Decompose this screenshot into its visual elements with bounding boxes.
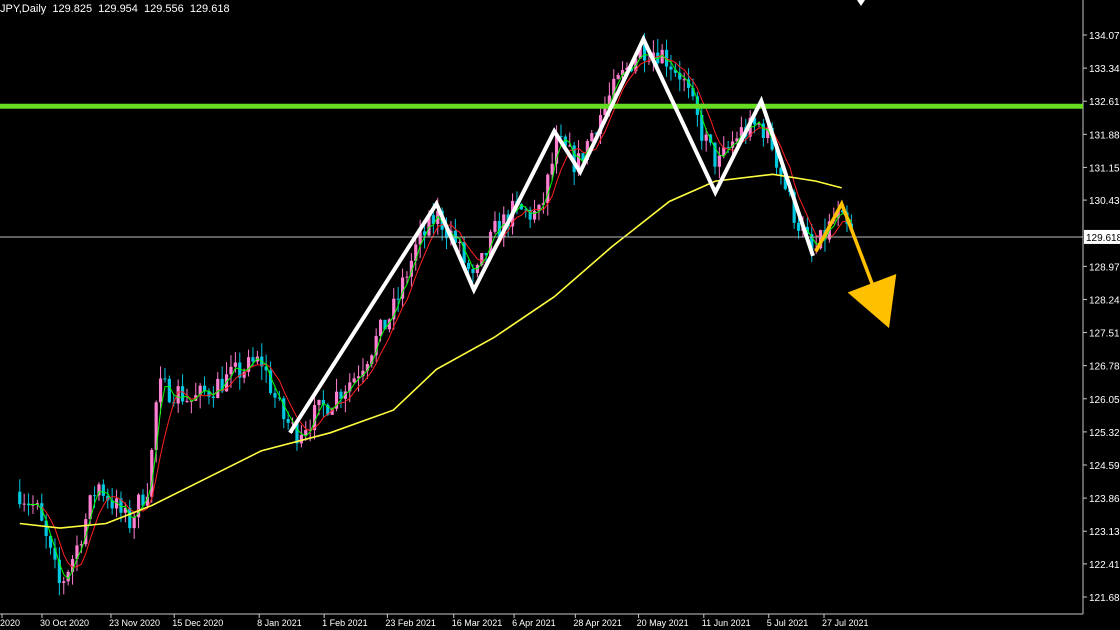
price-tick-label: 124.590 (1089, 461, 1120, 472)
candle-body (396, 298, 400, 300)
time-tick-label: 23 Feb 2021 (385, 618, 436, 628)
candle-body (211, 396, 215, 398)
time-tick-label: 16 Mar 2021 (452, 618, 503, 628)
candle-body (717, 155, 721, 167)
candle-body (546, 174, 550, 204)
candle-body (132, 517, 136, 529)
time-tick-label: 20 May 2021 (637, 618, 689, 628)
price-tick-label: 132.610 (1089, 97, 1120, 108)
pattern-zigzag-line (288, 34, 815, 434)
price-tick-label: 126.780 (1089, 362, 1120, 373)
candle-body (22, 503, 26, 505)
candle-body (304, 430, 308, 435)
slow-moving-average-line (41, 54, 852, 568)
price-tick-label: 125.320 (1089, 428, 1120, 439)
candle-body (251, 357, 255, 362)
price-tick-label: 128.240 (1089, 295, 1120, 306)
candle-body (282, 398, 286, 420)
price-tick-label: 123.130 (1089, 527, 1120, 538)
time-tick-label: 28 Apr 2021 (573, 618, 622, 628)
candle-body (616, 75, 620, 79)
symbol-period-label: JPY,Daily (0, 3, 47, 15)
open-value: 129.825 (52, 3, 93, 15)
candle-body (590, 133, 594, 142)
candle-body (158, 378, 163, 403)
candle-body (700, 114, 704, 141)
candle-body (704, 134, 708, 141)
price-tick-label: 126.050 (1089, 395, 1120, 406)
long-moving-average-line (19, 173, 842, 529)
low-value: 129.556 (143, 3, 184, 15)
price-tick-label: 121.680 (1089, 593, 1120, 604)
time-tick-label: 6 Apr 2021 (512, 618, 556, 628)
candle-body (128, 507, 132, 529)
price-tick-label: 123.860 (1089, 494, 1120, 505)
time-tick-label: 11 Jun 2021 (702, 618, 751, 628)
time-tick-label: 1 Feb 2021 (322, 618, 368, 628)
candle-body (532, 210, 537, 220)
time-tick-label: 2020 (0, 618, 20, 628)
candle-body (493, 220, 497, 232)
candle-body (299, 434, 303, 444)
price-tick-label: 134.070 (1089, 31, 1120, 42)
price-tick-label: 133.340 (1089, 64, 1120, 75)
price-tick-label: 122.410 (1089, 560, 1120, 571)
candle-body (167, 378, 171, 403)
candle-body (726, 147, 730, 149)
time-tick-label: 5 Jul 2021 (767, 618, 809, 628)
candle-body (101, 484, 105, 496)
candle-body (180, 386, 185, 402)
price-chart-svg: 134.070 133.340 132.610 131.880 131.150 130.4… (0, 0, 1120, 628)
candle-body (378, 319, 383, 336)
candle-body (471, 268, 475, 274)
time-tick-label: 23 Nov 2020 (109, 618, 160, 628)
candle-body (216, 378, 220, 398)
high-value: 129.954 (98, 3, 138, 15)
close-value: 129.618 (189, 3, 230, 15)
price-tick-label: 127.510 (1089, 329, 1120, 340)
candle-body (286, 419, 290, 423)
candle-body (317, 399, 321, 406)
candle-body (405, 276, 409, 278)
candle-body (62, 581, 66, 583)
current-price-label: 129.618 (1086, 233, 1120, 244)
chart-area: 134.070 133.340 132.610 131.880 131.150 130.4… (0, 0, 1120, 630)
candle-body (352, 378, 356, 383)
candle-body (682, 79, 686, 81)
candle-body (92, 495, 97, 497)
price-tick-label: 130.430 (1089, 196, 1120, 207)
candle-body (163, 378, 167, 380)
candle-body (796, 222, 801, 231)
chart-header: JPY,Daily 129.825 129.954 129.556 129.61… (0, 3, 233, 15)
price-tick-label: 131.150 (1089, 163, 1120, 174)
time-tick-label: 8 Jan 2021 (257, 618, 302, 628)
candle-body (185, 400, 189, 402)
candle-body (466, 262, 471, 269)
time-tick-label: 30 Oct 2020 (40, 618, 89, 628)
time-tick-label: 27 Jul 2021 (822, 618, 869, 628)
shift-marker-icon[interactable] (857, 0, 865, 6)
candle-body (18, 491, 22, 505)
price-tick-label: 131.880 (1089, 130, 1120, 141)
candle-body (233, 362, 237, 367)
time-tick-label: 15 Dec 2020 (172, 618, 223, 628)
candle-body (669, 66, 673, 70)
candle-body (761, 123, 765, 139)
candle-body (273, 393, 277, 398)
price-tick-label: 128.970 (1089, 262, 1120, 273)
candle-body (229, 366, 233, 375)
